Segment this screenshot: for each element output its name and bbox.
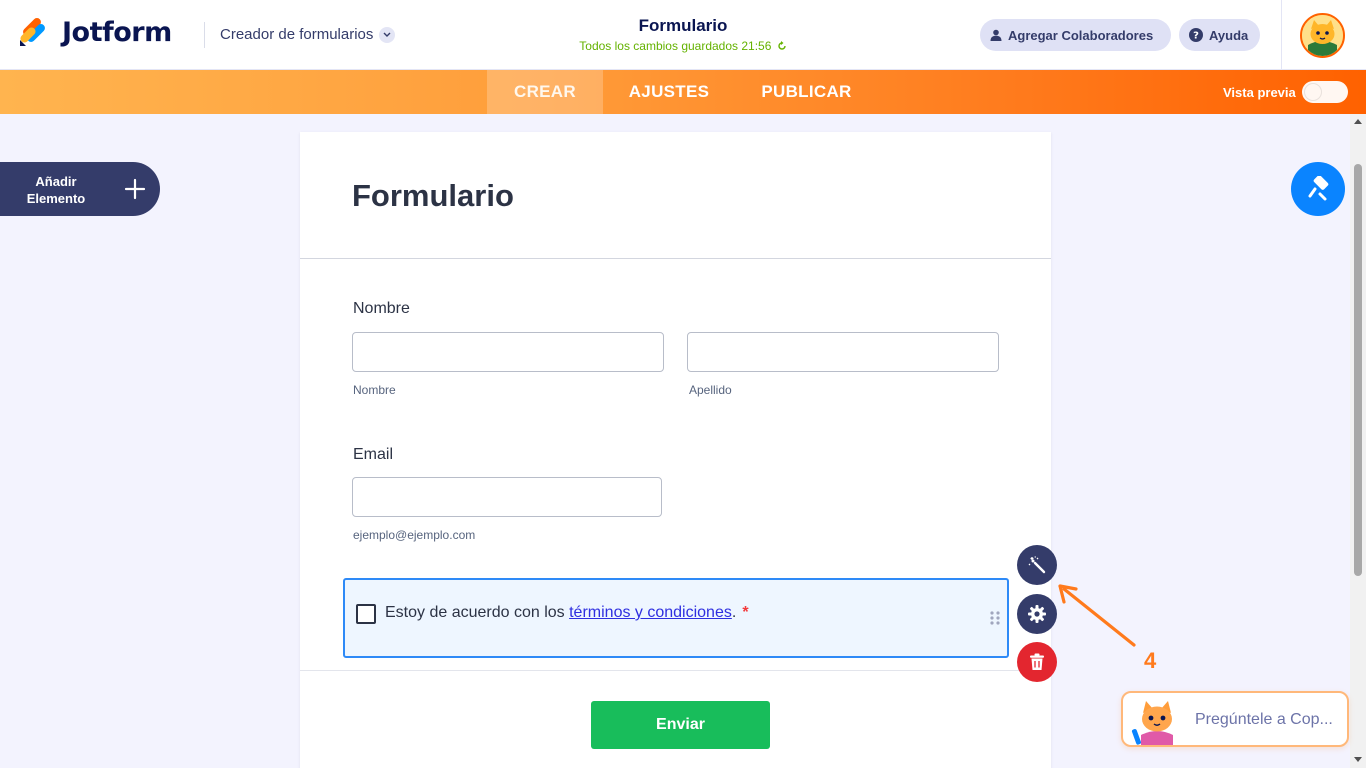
question-icon: ? <box>1189 28 1203 42</box>
tab-publicar[interactable]: PUBLICAR <box>735 70 878 114</box>
terms-field[interactable]: Estoy de acuerdo con los términos y cond… <box>343 578 1009 658</box>
form-canvas: Formulario Nombre Nombre Apellido Email … <box>300 132 1051 768</box>
main-nav: CREAR AJUSTES PUBLICAR Vista previa <box>0 70 1366 114</box>
jotform-logo[interactable]: Jotform <box>18 16 172 48</box>
preview-toggle-knob <box>1304 83 1322 101</box>
form-designer-button[interactable] <box>1291 162 1345 216</box>
email-sublabel: ejemplo@ejemplo.com <box>353 528 476 542</box>
builder-dropdown[interactable]: Creador de formularios <box>220 26 396 43</box>
tab-crear[interactable]: CREAR <box>487 70 603 114</box>
submit-divider <box>300 670 1051 671</box>
preview-toggle[interactable] <box>1302 81 1348 103</box>
email-input[interactable] <box>352 477 662 517</box>
help-label: Ayuda <box>1209 27 1249 43</box>
refresh-icon <box>778 41 786 50</box>
email-field-label: Email <box>353 446 394 463</box>
heading-divider <box>300 258 1051 259</box>
paint-roller-icon <box>1308 176 1329 201</box>
copilot-cat-icon <box>1131 701 1173 745</box>
form-heading[interactable]: Formulario <box>352 178 514 214</box>
name-field-label: Nombre <box>353 300 410 317</box>
last-name-sublabel: Apellido <box>689 383 732 397</box>
trash-icon <box>1030 653 1044 670</box>
add-element-button[interactable]: Añadir Elemento <box>0 162 160 216</box>
scroll-up-arrow[interactable] <box>1354 119 1362 124</box>
copilot-label: Pregúntele a Cop... <box>1195 711 1333 728</box>
submit-button[interactable]: Enviar <box>591 701 770 749</box>
user-icon <box>990 29 1002 41</box>
saved-status-text: Todos los cambios guardados 21:56 <box>579 39 772 53</box>
annotation-arrow <box>1058 584 1136 647</box>
scroll-thumb[interactable] <box>1354 164 1362 576</box>
scroll-down-arrow[interactable] <box>1354 757 1362 762</box>
logo-text: Jotform <box>62 16 172 48</box>
chevron-down-icon <box>379 26 396 43</box>
add-element-label: Añadir Elemento <box>26 174 86 206</box>
annotation-step-number: 4 <box>1144 648 1157 673</box>
header-divider <box>204 22 205 48</box>
drag-handle-icon[interactable] <box>989 610 1001 626</box>
jotform-logo-icon <box>20 18 45 46</box>
gear-icon <box>1028 605 1046 623</box>
builder-dropdown-label: Creador de formularios <box>220 26 374 43</box>
terms-suffix: . <box>731 604 737 621</box>
page-scrollbar[interactable] <box>1350 114 1366 768</box>
last-name-input[interactable] <box>687 332 999 372</box>
add-collaborators-button[interactable]: Agregar Colaboradores <box>980 19 1171 51</box>
user-avatar[interactable] <box>1300 13 1345 58</box>
help-button[interactable]: ? Ayuda <box>1179 19 1260 51</box>
first-name-input[interactable] <box>352 332 664 372</box>
copilot-chat-button[interactable]: Pregúntele a Cop... <box>1121 691 1349 747</box>
terms-text: Estoy de acuerdo con los términos y cond… <box>385 604 749 622</box>
header-divider-right <box>1281 0 1282 70</box>
preview-label: Vista previa <box>1223 85 1296 100</box>
required-asterisk: * <box>742 604 749 621</box>
tab-ajustes[interactable]: AJUSTES <box>603 70 735 114</box>
top-header: Jotform Creador de formularios Formulari… <box>0 0 1366 70</box>
terms-prefix: Estoy de acuerdo con los <box>385 604 570 621</box>
cat-avatar-icon <box>1302 15 1343 56</box>
add-collaborators-label: Agregar Colaboradores <box>1008 27 1154 43</box>
plus-icon <box>124 178 146 200</box>
magic-wand-icon <box>1028 556 1046 574</box>
first-name-sublabel: Nombre <box>353 383 396 397</box>
svg-text:?: ? <box>1193 31 1199 42</box>
terms-checkbox[interactable] <box>356 604 376 624</box>
terms-link[interactable]: términos y condiciones <box>569 604 732 621</box>
